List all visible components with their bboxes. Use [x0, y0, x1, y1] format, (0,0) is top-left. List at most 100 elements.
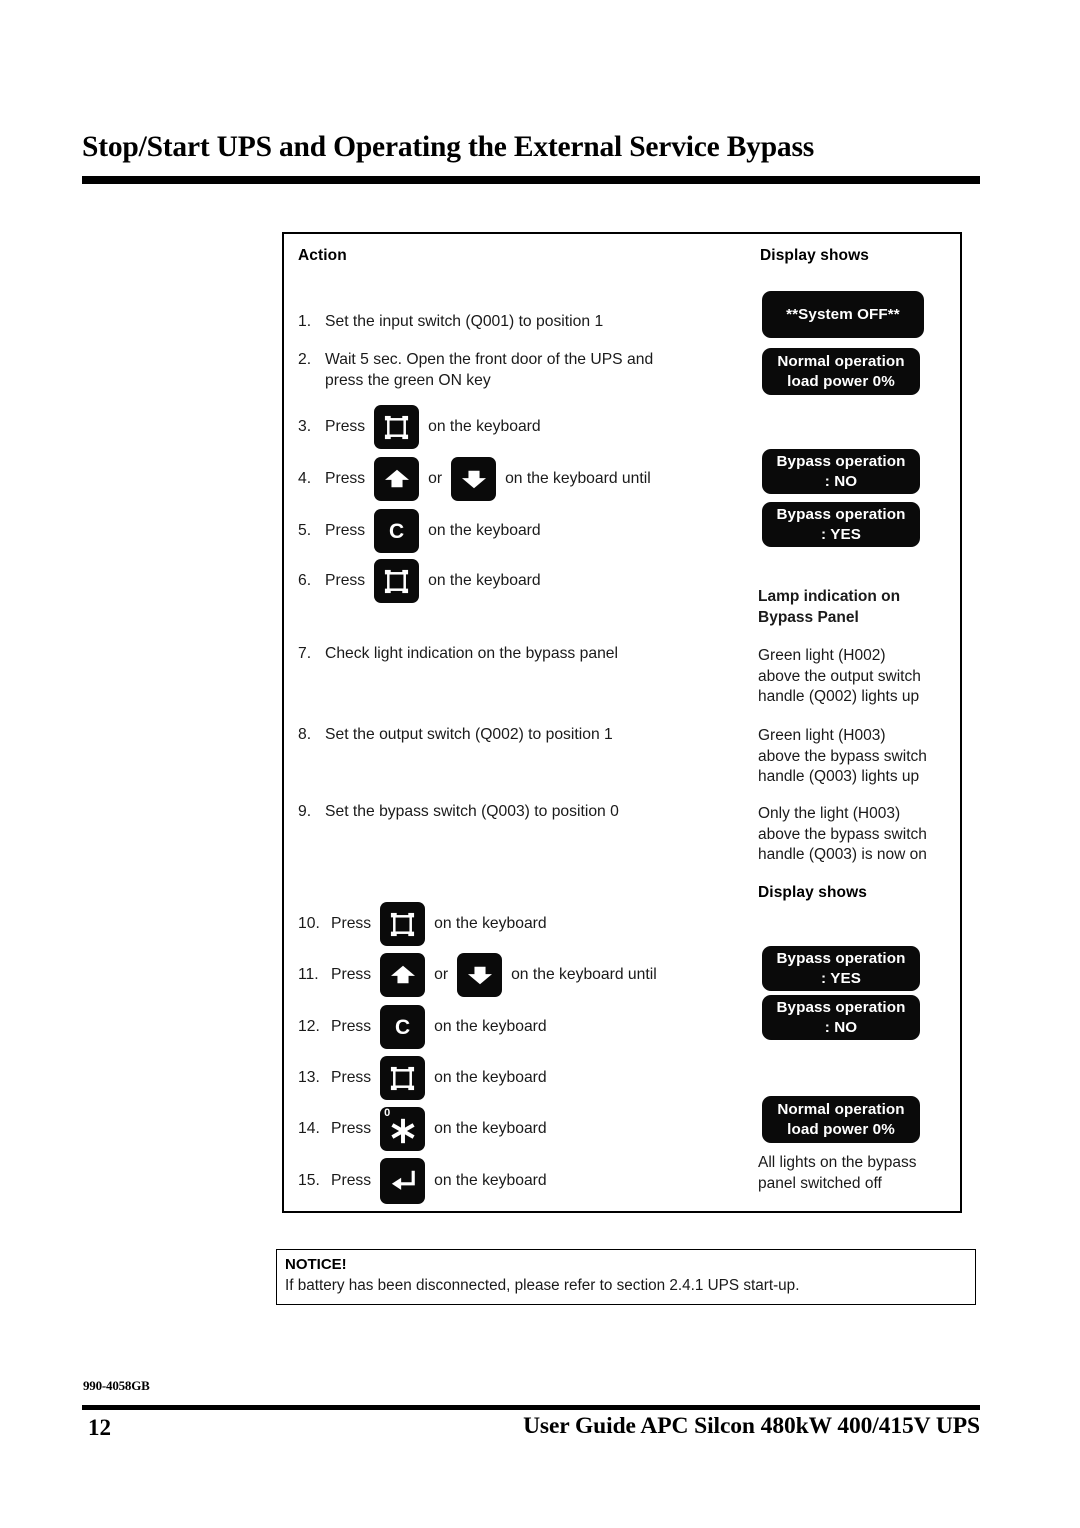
step-number: 10. — [298, 915, 320, 932]
lamp-result-line-3: handle (Q003) lights up — [758, 768, 920, 785]
asterisk-zero-key-icon[interactable]: 0 — [380, 1107, 426, 1151]
arrow-up-key-icon[interactable] — [374, 457, 420, 501]
table-row: 5. Press C on the keyboard — [298, 509, 541, 553]
table-row: 14. Press 0 on the keyboard — [298, 1107, 547, 1151]
step-suffix: on the keyboard until — [505, 470, 651, 487]
lamp-result-line-1: Only the light (H003) — [758, 805, 901, 822]
notice-title: NOTICE! — [285, 1256, 347, 1273]
table-row: 6. Press on the keyboard — [298, 559, 541, 603]
step-suffix: on the keyboard — [434, 1120, 547, 1137]
column-header-display-shows-2: Display shows — [758, 884, 867, 901]
letter-c-key-label: C — [389, 519, 405, 543]
step-number: 15. — [298, 1172, 320, 1189]
step-text: Set the output switch (Q002) to position… — [325, 726, 613, 743]
letter-c-key-icon[interactable]: C — [380, 1005, 426, 1049]
lamp-indication-heading: Lamp indication on Bypass Panel — [758, 587, 958, 628]
arrow-down-key-icon[interactable] — [457, 953, 503, 997]
step-suffix: on the keyboard — [434, 1069, 547, 1086]
frame-key-icon[interactable] — [380, 902, 426, 946]
step-conjunction: or — [428, 470, 443, 487]
display-box-normal-operation-1: Normal operation load power 0% — [762, 348, 920, 395]
table-row: 15. Press on the keyboard — [298, 1158, 547, 1204]
display-line-1: Normal operation — [777, 352, 905, 370]
table-row: 9. Set the bypass switch (Q003) to posit… — [298, 802, 619, 822]
step-number: 13. — [298, 1069, 320, 1086]
display-line-2: : NO — [824, 1018, 858, 1036]
display-line-1: Bypass operation — [776, 452, 906, 470]
frame-key-icon[interactable] — [380, 1056, 426, 1100]
table-row: 3. Press on the keyboard — [298, 405, 541, 449]
display-line-1: Bypass operation — [776, 998, 906, 1016]
step-conjunction: or — [434, 966, 449, 983]
step-action-verb: Press — [331, 1069, 372, 1086]
display-box-bypass-yes-1: Bypass operation : YES — [762, 502, 920, 547]
step-action-verb: Press — [325, 522, 366, 539]
step-text: Check light indication on the bypass pan… — [325, 645, 619, 662]
step-action-verb: Press — [325, 572, 366, 589]
step-suffix: on the keyboard — [428, 522, 541, 539]
table-row: 2. Wait 5 sec. Open the front door of th… — [298, 350, 718, 391]
display-line-2: : YES — [821, 525, 861, 543]
frame-key-icon[interactable] — [374, 559, 420, 603]
display-line-2: load power 0% — [787, 372, 895, 390]
step-action-verb: Press — [331, 915, 372, 932]
step-number: 14. — [298, 1120, 320, 1137]
table-row: 11. Press or on the keyboard until — [298, 953, 657, 997]
display-line-2: : YES — [821, 969, 861, 987]
display-box-bypass-no-2: Bypass operation : NO — [762, 995, 920, 1040]
step-text-line1: Wait 5 sec. Open the front door of the U… — [325, 351, 654, 368]
lamp-result-h003: Green light (H003) above the bypass swit… — [758, 726, 963, 788]
final-result-line-1: All lights on the bypass — [758, 1154, 917, 1171]
display-line-2: load power 0% — [787, 1120, 895, 1138]
display-line-1: **System OFF** — [786, 305, 900, 323]
table-row: 12. Press C on the keyboard — [298, 1005, 547, 1049]
enter-key-icon[interactable] — [380, 1158, 426, 1204]
step-suffix: on the keyboard — [428, 418, 541, 435]
lamp-result-line-2: above the bypass switch — [758, 825, 927, 843]
display-box-system-off: **System OFF** — [762, 291, 924, 338]
footer-rule — [82, 1405, 980, 1410]
letter-c-key-icon[interactable]: C — [374, 509, 420, 553]
display-box-bypass-no-1: Bypass operation : NO — [762, 449, 920, 494]
lamp-result-line-1: Green light (H003) — [758, 727, 886, 744]
lamp-result-line-3: handle (Q003) is now on — [758, 846, 927, 863]
step-number: 1. — [298, 313, 312, 330]
step-action-verb: Press — [331, 1120, 372, 1137]
table-row: 10. Press on the keyboard — [298, 902, 547, 946]
arrow-up-key-icon[interactable] — [380, 953, 426, 997]
display-line-1: Bypass operation — [776, 505, 906, 523]
table-row: 1. Set the input switch (Q001) to positi… — [298, 312, 603, 332]
display-line-2: : NO — [824, 472, 858, 490]
step-action-verb: Press — [331, 966, 372, 983]
lamp-indication-line-2: Bypass Panel — [758, 608, 859, 626]
step-action-verb: Press — [325, 418, 366, 435]
display-box-bypass-yes-2: Bypass operation : YES — [762, 946, 920, 991]
step-number: 6. — [298, 572, 312, 589]
step-text: Set the input switch (Q001) to position … — [325, 313, 604, 330]
final-result-text: All lights on the bypass panel switched … — [758, 1153, 968, 1194]
arrow-down-key-icon[interactable] — [451, 457, 497, 501]
step-number: 2. — [298, 351, 312, 368]
step-action-verb: Press — [331, 1018, 372, 1035]
column-header-display-shows: Display shows — [760, 247, 869, 264]
footer-title: User Guide APC Silcon 480kW 400/415V UPS — [523, 1413, 980, 1439]
table-row: 7. Check light indication on the bypass … — [298, 644, 618, 664]
step-suffix: on the keyboard until — [511, 966, 657, 983]
notice-box: NOTICE! If battery has been disconnected… — [276, 1249, 976, 1305]
key-corner-zero-label: 0 — [384, 1107, 391, 1119]
step-number: 3. — [298, 418, 312, 435]
step-action-verb: Press — [331, 1172, 372, 1189]
step-suffix: on the keyboard — [428, 572, 541, 589]
step-text-line2: press the green ON key — [325, 371, 491, 389]
step-number: 8. — [298, 726, 312, 743]
step-suffix: on the keyboard — [434, 1018, 547, 1035]
page-title: Stop/Start UPS and Operating the Externa… — [82, 131, 815, 163]
step-action-verb: Press — [325, 470, 366, 487]
frame-key-icon[interactable] — [374, 405, 420, 449]
display-line-1: Normal operation — [777, 1100, 905, 1118]
step-number: 12. — [298, 1018, 320, 1035]
title-rule — [82, 176, 980, 184]
display-line-1: Bypass operation — [776, 949, 906, 967]
step-number: 11. — [298, 966, 319, 983]
lamp-result-line-3: handle (Q002) lights up — [758, 688, 920, 705]
